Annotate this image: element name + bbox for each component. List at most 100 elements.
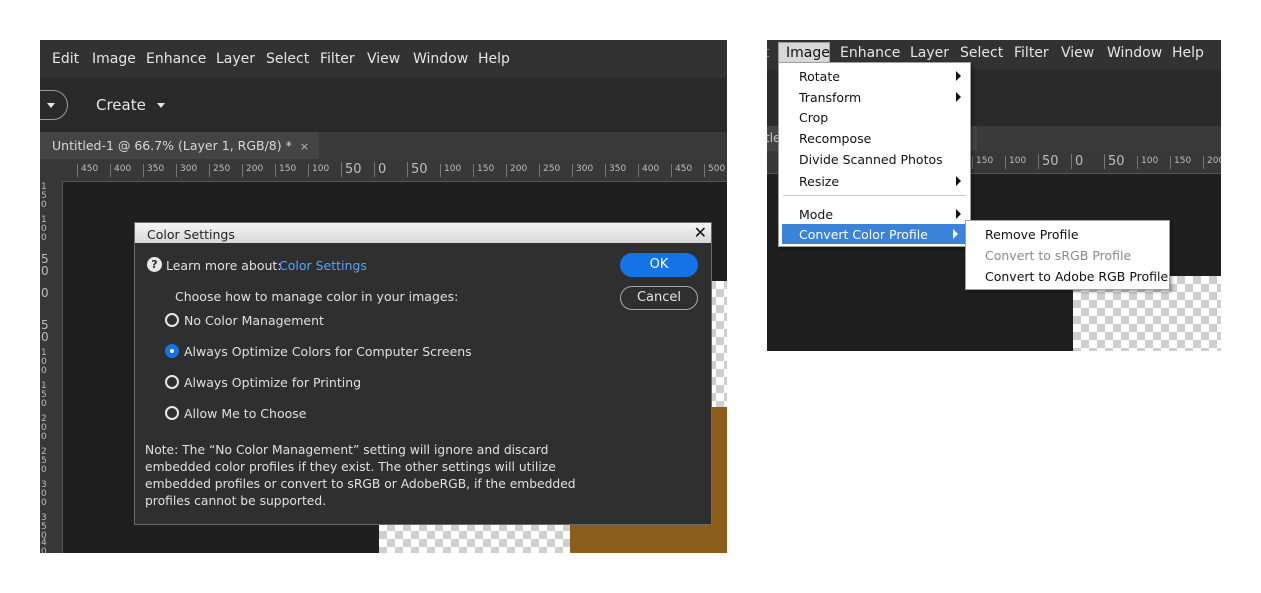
color-settings-dialog: Color Settings ✕ ? Learn more about: Col… [134, 222, 712, 525]
dialog-title-bar[interactable]: Color Settings ✕ [135, 223, 711, 243]
menu-view[interactable]: View [1061, 45, 1094, 61]
ruler-tick: 100 [1137, 156, 1158, 169]
menu-enhance[interactable]: Enhance [146, 51, 206, 67]
submenu-arrow-icon [956, 71, 961, 81]
submenu-arrow-icon [956, 209, 961, 219]
ruler-tick: 400 [41, 538, 47, 554]
ruler-tick: 300 [176, 164, 197, 177]
ruler-tick: 500 [704, 164, 725, 177]
menu-item-label: Transform [799, 90, 862, 105]
ruler-tick: 150 [41, 182, 47, 210]
ruler-tick: 350 [143, 164, 164, 177]
option-label[interactable]: Always Optimize for Printing [184, 375, 361, 390]
menu-window[interactable]: Window [1107, 45, 1162, 61]
menu-divider [783, 195, 966, 196]
menu-item-transform[interactable]: Transform [779, 87, 970, 107]
menu-layer[interactable]: Layer [216, 51, 255, 67]
submenu-arrow-icon [956, 92, 961, 102]
cancel-button[interactable]: Cancel [620, 286, 698, 310]
option-label[interactable]: Always Optimize Colors for Computer Scre… [184, 344, 472, 359]
menu-view[interactable]: View [367, 51, 400, 67]
color-settings-help-link[interactable]: Color Settings [279, 258, 367, 273]
ruler-tick: 50 [1104, 154, 1125, 169]
menu-image[interactable]: Image [92, 51, 136, 67]
ruler-tick: 150 [275, 164, 296, 177]
ruler-tick: 450 [77, 164, 98, 177]
menu-help[interactable]: Help [478, 51, 510, 67]
chevron-down-icon[interactable] [157, 103, 165, 108]
menu-enhance[interactable]: Enhance [840, 45, 900, 61]
ruler-corner [40, 159, 62, 181]
menu-filter[interactable]: Filter [1014, 45, 1049, 61]
ruler-tick: 200 [242, 164, 263, 177]
close-icon[interactable]: × [300, 140, 309, 153]
toolbar: Create [40, 78, 727, 132]
close-icon[interactable]: ✕ [694, 223, 707, 242]
ruler-tick: 100 [41, 215, 47, 243]
document-tab-title: Untitled-1 @ 66.7% (Layer 1, RGB/8) * [52, 138, 292, 153]
submenu-item-convert-srgb: Convert to sRGB Profile [985, 248, 1132, 263]
ruler-tick: 150 [473, 164, 494, 177]
submenu-item-convert-adobe-rgb[interactable]: Convert to Adobe RGB Profile [985, 269, 1168, 284]
chevron-down-icon[interactable] [47, 103, 55, 108]
horizontal-ruler[interactable]: 450 400 350 300 250 200 150 100 50 0 50 … [62, 159, 727, 182]
ruler-tick: 50 [407, 162, 428, 177]
ruler-tick: 450 [671, 164, 692, 177]
ruler-tick: 150 [1170, 156, 1191, 169]
ruler-tick: 250 [209, 164, 230, 177]
menu-item-crop[interactable]: Crop [779, 107, 970, 127]
radio-optimize-printing[interactable] [165, 375, 179, 389]
ruler-tick: 300 [572, 164, 593, 177]
document-tab-bar: Untitled-1 @ 66.7% (Layer 1, RGB/8) * × [40, 132, 727, 159]
menu-item-resize[interactable]: Resize [779, 171, 970, 191]
ruler-tick: 0 [374, 162, 386, 177]
menu-window[interactable]: Window [413, 51, 468, 67]
ruler-tick: 50 [41, 252, 49, 278]
menu-item-rotate[interactable]: Rotate [779, 66, 970, 86]
submenu-item-remove-profile[interactable]: Remove Profile [985, 227, 1079, 242]
menu-item-label: Recompose [799, 131, 872, 146]
menu-item-label: Rotate [799, 69, 840, 84]
submenu-arrow-icon [956, 176, 961, 186]
ruler-tick: 100 [440, 164, 461, 177]
ruler-tick: 50 [1038, 154, 1059, 169]
ruler-tick: 200 [506, 164, 527, 177]
ruler-tick: 100 [41, 348, 47, 376]
option-label[interactable]: No Color Management [184, 313, 324, 328]
ruler-tick: 100 [1005, 156, 1026, 169]
menu-item-convert-color-profile[interactable]: Convert Color Profile [782, 224, 967, 244]
menu-filter[interactable]: Filter [320, 51, 355, 67]
ruler-tick: 0 [41, 286, 49, 300]
menu-help[interactable]: Help [1172, 45, 1204, 61]
radio-allow-me-to-choose[interactable] [165, 406, 179, 420]
left-editor-window: Edit Image Enhance Layer Select Filter V… [40, 40, 727, 553]
menu-select[interactable]: Select [960, 45, 1003, 61]
ok-button[interactable]: OK [620, 253, 698, 277]
radio-no-color-management[interactable] [165, 313, 179, 327]
menu-edit[interactable]: Edit [52, 51, 79, 67]
submenu-arrow-icon [953, 229, 958, 239]
ruler-tick: 150 [41, 381, 47, 409]
menu-item-recompose[interactable]: Recompose [779, 128, 970, 148]
vertical-ruler[interactable]: 150 100 50 0 50 100 150 200 250 300 350 … [40, 181, 63, 553]
menu-image[interactable]: Image [786, 45, 830, 61]
create-button[interactable]: Create [96, 96, 146, 114]
document-tab[interactable]: Untitled-1 @ 66.7% (Layer 1, RGB/8) * × [40, 132, 320, 159]
instructions-text: Choose how to manage color in your image… [175, 289, 459, 304]
menu-item-mode[interactable]: Mode [779, 204, 970, 224]
menu-item-label: Mode [799, 207, 834, 222]
menu-layer[interactable]: Layer [910, 45, 949, 61]
menu-select[interactable]: Select [266, 51, 309, 67]
ruler-tick: 0 [1071, 154, 1083, 169]
ruler-tick: 50 [41, 318, 49, 344]
option-label[interactable]: Allow Me to Choose [184, 406, 306, 421]
menu-item-divide-scanned-photos[interactable]: Divide Scanned Photos [779, 149, 970, 169]
menu-cut-text: t [767, 45, 770, 61]
menu-item-label: Convert Color Profile [799, 227, 928, 242]
ruler-tick: 50 [341, 162, 362, 177]
convert-color-profile-submenu: Remove Profile Convert to sRGB Profile C… [965, 220, 1170, 290]
ruler-tick: 250 [539, 164, 560, 177]
radio-optimize-screens[interactable] [165, 344, 179, 358]
ruler-tick: 300 [41, 480, 47, 508]
learn-more-label: Learn more about: [166, 258, 282, 273]
